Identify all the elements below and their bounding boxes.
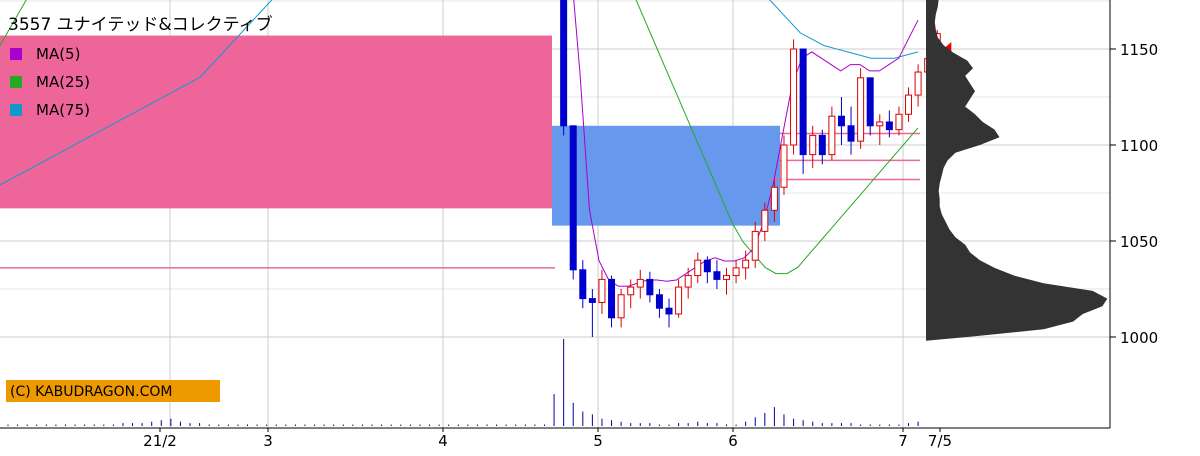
candle-82 [790,39,798,155]
legend: MA(5) MA(25) MA(75) [10,45,90,119]
date-tick-label: 5 [593,432,603,450]
candle-body [751,230,759,261]
watermark-text: (C) KABUDRAGON.COM [10,384,172,400]
candle-body [627,286,635,296]
date-tick-label: 3 [263,432,273,450]
zone-demand-1 [0,35,552,209]
candle-body [560,0,568,127]
date-tick-label: 7/5 [928,432,952,450]
candle-83 [799,48,807,174]
candle-body [665,307,673,315]
candle-body [598,278,606,303]
candle-59 [569,125,577,280]
candle-body [617,294,625,319]
date-tick-label: 6 [728,432,738,450]
candle-body [723,275,730,280]
candle-body [866,77,874,127]
candle-body [799,48,807,156]
candle-body [905,94,913,115]
candle-body [885,121,893,131]
price-tick-label: 1000 [1120,329,1158,347]
candle-body [732,267,740,277]
candle-body [588,298,596,303]
candle-body [876,121,884,127]
price-tick-label: 1050 [1120,233,1158,251]
candle-body [809,134,817,156]
candle-body [818,134,826,156]
candle-body [655,294,663,309]
candle-body [895,113,903,131]
candle-body [694,259,702,277]
candle-body [636,278,644,288]
legend-swatch-ma5 [10,48,22,60]
candle-body [761,209,769,232]
legend-swatch-ma25 [10,76,22,88]
candle-body [703,259,711,273]
date-tick-label: 21/2 [143,432,177,450]
candle-body [847,125,855,142]
candle-body [713,271,721,280]
candle-body [857,77,865,142]
watermark: (C) KABUDRAGON.COM [6,380,220,402]
legend-swatch-ma75 [10,104,22,116]
candle-body [914,71,922,96]
candle-58 [560,0,568,136]
candle-body [646,278,654,296]
candle-body [828,115,836,156]
candle-body [608,278,616,319]
candle-body [770,186,778,211]
date-tick-label: 4 [438,432,448,450]
legend-label-ma75: MA(75) [36,101,90,119]
price-tick-label: 1100 [1120,137,1158,155]
chart-title: 3557 ユナイテッド&コレクティブ [8,14,273,35]
legend-label-ma5: MA(5) [36,45,80,63]
candle-body [790,48,798,146]
legend-label-ma25: MA(25) [36,73,90,91]
candle-body [837,115,845,127]
candle-body [579,269,587,300]
candlestick-chart: 1000105011001150120012501300 21/2345677/… [0,0,1200,452]
candle-body [569,125,577,271]
candle-body [684,275,692,288]
date-tick-label: 7 [898,432,908,450]
candle-89 [857,68,865,149]
candle-body [675,286,683,315]
zone-supply-3 [552,125,780,226]
price-tick-label: 1150 [1120,41,1158,59]
candle-body [742,259,750,269]
candle-body [780,144,788,188]
stock-chart: 1000105011001150120012501300 21/2345677/… [0,0,1200,452]
